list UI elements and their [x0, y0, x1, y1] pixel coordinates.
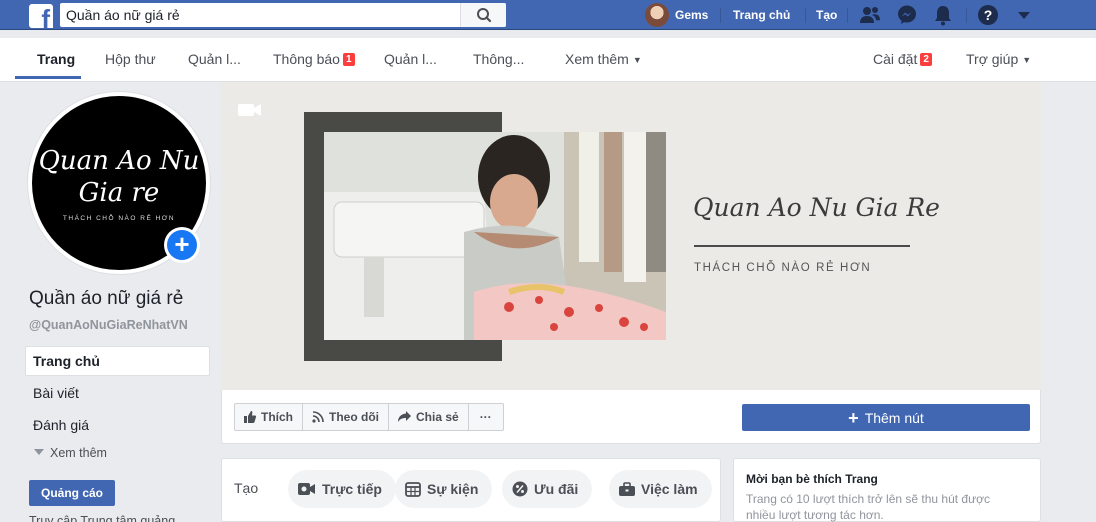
cover-subtitle: THÁCH CHỖ NÀO RẺ HƠN	[694, 262, 872, 274]
settings-link[interactable]: Cài đặt 2	[873, 51, 932, 67]
create-event-button[interactable]: Sự kiện	[395, 470, 493, 508]
search-icon	[477, 8, 492, 23]
promote-button[interactable]: Quảng cáo	[29, 480, 115, 506]
create-job-label: Việc làm	[641, 481, 698, 497]
invite-title[interactable]: Mời bạn bè thích Trang	[746, 472, 878, 486]
calendar-icon	[405, 482, 421, 497]
search-box	[60, 3, 506, 27]
ads-center-link[interactable]: Truy cập Trung tâm quảng	[29, 514, 175, 522]
share-arrow-icon	[398, 411, 411, 422]
cover-title: Quan Ao Nu Gia Re	[693, 193, 940, 222]
active-tab-indicator	[15, 76, 81, 79]
search-input[interactable]	[60, 3, 460, 27]
notifications-bell-icon[interactable]	[931, 4, 955, 26]
sidebar-item-home[interactable]: Trang chủ	[33, 353, 100, 369]
sidebar-see-more-label: Xem thêm	[50, 446, 107, 460]
divider	[847, 8, 848, 23]
tab-manage-2[interactable]: Quản l...	[384, 51, 437, 67]
briefcase-icon	[619, 481, 635, 496]
divider	[805, 8, 806, 23]
tab-more-label: Xem thêm	[565, 51, 629, 67]
thumbs-up-icon	[244, 411, 256, 423]
create-label: Tạo	[234, 480, 259, 496]
divider	[966, 8, 967, 23]
like-button[interactable]: Thích	[235, 404, 303, 430]
account-menu-chevron-icon[interactable]	[1012, 4, 1036, 26]
rss-follow-icon	[312, 411, 324, 423]
settings-badge: 2	[920, 53, 932, 66]
tab-notifications[interactable]: Thông báo 1	[273, 51, 355, 67]
more-dots-icon: ···	[479, 410, 492, 424]
create-post-panel: Tạo Trực tiếp Sự kiện Ưu đãi Việc làm	[221, 458, 721, 522]
follow-button[interactable]: Theo dõi	[303, 404, 389, 430]
add-button[interactable]: + Thêm nút	[742, 404, 1030, 431]
svg-text:?: ?	[984, 7, 993, 23]
cover-divider	[694, 245, 910, 247]
page-navigation: Trang Hộp thư Quản l... Thông báo 1 Quản …	[0, 38, 1096, 82]
tab-manage-1[interactable]: Quản l...	[188, 51, 241, 67]
update-profile-picture-button[interactable]: +	[164, 227, 200, 263]
create-event-label: Sự kiện	[427, 481, 479, 497]
profile-link[interactable]: Gems	[645, 3, 708, 27]
caret-down-icon: ▼	[632, 55, 642, 65]
video-camera-icon[interactable]	[237, 102, 263, 118]
tab-info[interactable]: Thông...	[473, 51, 524, 67]
page-username[interactable]: @QuanAoNuGiaReNhatVN	[29, 318, 188, 332]
profile-logo-line2: Gia re	[78, 178, 160, 208]
sidebar-item-reviews[interactable]: Đánh giá	[33, 417, 89, 433]
caret-down-icon: ▼	[1022, 55, 1032, 65]
user-name: Gems	[675, 8, 709, 22]
help-icon[interactable]: ?	[976, 4, 1000, 26]
home-link[interactable]: Trang chủ	[733, 8, 790, 22]
follow-label: Theo dõi	[329, 410, 379, 424]
plus-icon: +	[167, 230, 197, 260]
tab-notifications-label: Thông báo	[273, 51, 340, 67]
page-name: Quần áo nữ giá rẻ	[29, 288, 184, 309]
tab-inbox[interactable]: Hộp thư	[105, 51, 156, 67]
create-job-button[interactable]: Việc làm	[609, 470, 712, 508]
create-link[interactable]: Tạo	[816, 8, 837, 22]
avatar	[645, 3, 669, 27]
divider	[720, 8, 721, 23]
cover-photo[interactable]: Quan Ao Nu Gia Re THÁCH CHỖ NÀO RẺ HƠN	[221, 82, 1041, 390]
live-video-icon	[298, 483, 315, 495]
top-bar: f Gems Trang chủ Tạo ?	[0, 0, 1096, 30]
friend-requests-icon[interactable]	[858, 4, 882, 26]
messenger-icon[interactable]	[895, 4, 919, 26]
offer-percent-icon	[512, 481, 528, 497]
create-live-button[interactable]: Trực tiếp	[288, 470, 396, 508]
tab-more[interactable]: Xem thêm ▼	[565, 51, 642, 67]
help-link[interactable]: Trợ giúp ▼	[966, 51, 1031, 67]
action-button-group: Thích Theo dõi Chia sẻ ···	[234, 403, 504, 431]
share-button[interactable]: Chia sẻ	[389, 404, 469, 430]
share-label: Chia sẻ	[416, 410, 459, 424]
profile-logo-tagline: THÁCH CHỖ NÀO RẺ HƠN	[62, 215, 176, 222]
notification-badge: 1	[342, 53, 355, 66]
profile-logo-line1: Quan Ao Nu	[38, 146, 200, 176]
facebook-logo-icon[interactable]: f	[29, 4, 53, 28]
invite-description: Trang có 10 lượt thích trở lên sẽ thu hú…	[746, 492, 991, 522]
plus-icon: +	[848, 407, 859, 428]
search-button[interactable]	[460, 3, 506, 27]
invite-friends-panel: Mời bạn bè thích Trang Trang có 10 lượt …	[733, 458, 1041, 522]
settings-label: Cài đặt	[873, 51, 918, 67]
help-label: Trợ giúp	[966, 51, 1019, 67]
create-live-label: Trực tiếp	[322, 481, 382, 497]
create-offer-button[interactable]: Ưu đãi	[502, 470, 593, 508]
sidebar-see-more[interactable]: Xem thêm	[34, 446, 107, 460]
more-options-button[interactable]: ···	[469, 404, 503, 430]
cover-image-sewing	[324, 132, 666, 340]
create-offer-label: Ưu đãi	[534, 481, 579, 497]
page-action-bar: Thích Theo dõi Chia sẻ ··· + Thêm nút	[221, 390, 1041, 444]
add-button-label: Thêm nút	[864, 409, 924, 426]
sidebar-item-posts[interactable]: Bài viết	[33, 385, 79, 401]
triangle-down-icon	[34, 449, 44, 455]
tab-page[interactable]: Trang	[37, 51, 75, 67]
like-label: Thích	[261, 410, 293, 424]
